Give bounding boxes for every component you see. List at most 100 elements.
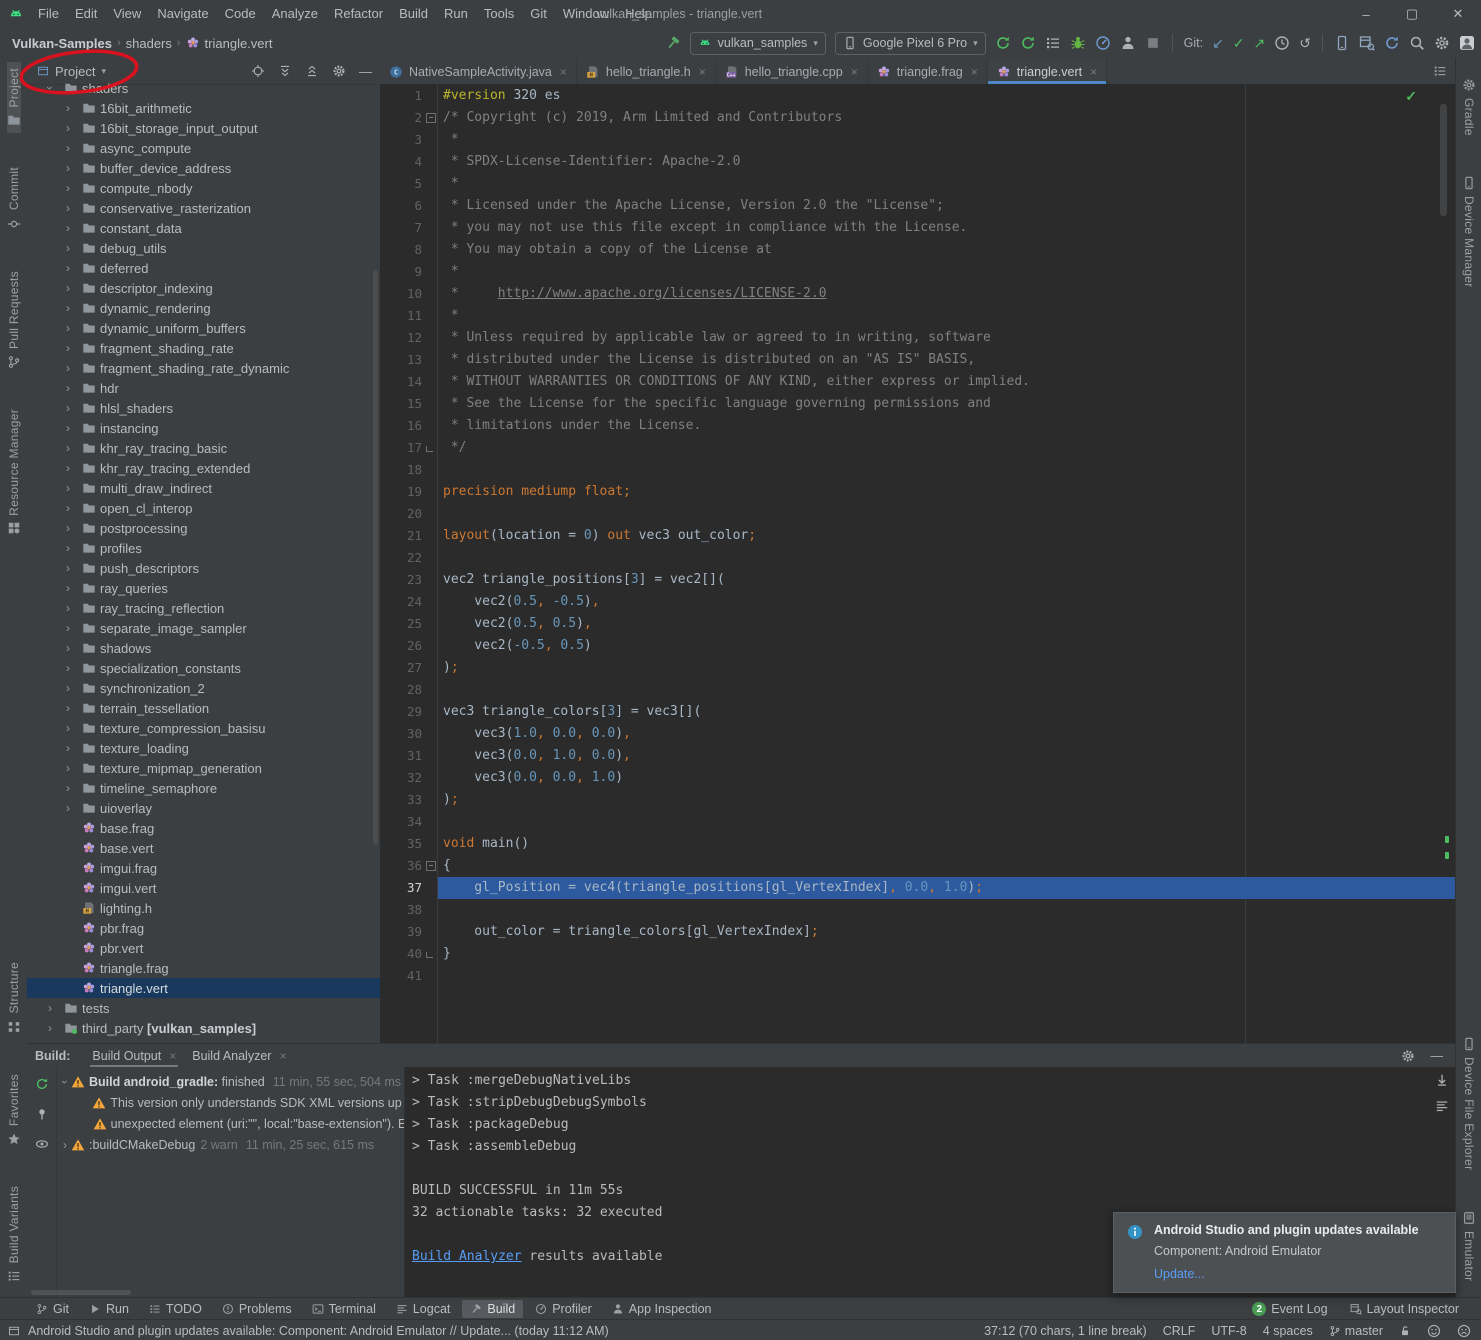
editor-scrollbar[interactable] [1440, 104, 1447, 216]
tree-item-async_compute[interactable]: ›async_compute [27, 138, 380, 158]
menu-item-file[interactable]: File [30, 0, 67, 28]
tab-close-icon[interactable]: × [1090, 65, 1097, 79]
build-tree-row[interactable]: ›Build android_gradle: finished11 min, 5… [57, 1071, 404, 1092]
chevron-collapsed-icon[interactable]: › [66, 441, 70, 455]
readonly-lock-icon[interactable] [1399, 1325, 1411, 1337]
tree-item-multi_draw_indirect[interactable]: ›multi_draw_indirect [27, 478, 380, 498]
locate-file-icon[interactable] [251, 64, 265, 78]
chevron-collapsed-icon[interactable]: › [48, 1001, 52, 1015]
chevron-collapsed-icon[interactable]: › [66, 501, 70, 515]
build-tab-build-output[interactable]: Build Output× [84, 1044, 184, 1067]
attach-debugger-icon[interactable] [1120, 35, 1136, 51]
chevron-collapsed-icon[interactable]: › [66, 541, 70, 555]
breadcrumb-folder[interactable]: shaders [126, 36, 172, 51]
code-line-22[interactable]: 22 [380, 547, 1455, 569]
caret-position[interactable]: 37:12 (70 chars, 1 line break) [984, 1324, 1147, 1338]
tree-item-descriptor_indexing[interactable]: ›descriptor_indexing [27, 278, 380, 298]
tree-item-conservative_rasterization[interactable]: ›conservative_rasterization [27, 198, 380, 218]
tree-item-push_descriptors[interactable]: ›push_descriptors [27, 558, 380, 578]
chevron-collapsed-icon[interactable]: › [66, 741, 70, 755]
sidebar-item-device-manager[interactable]: Device Manager [1462, 170, 1476, 294]
menu-item-analyze[interactable]: Analyze [264, 0, 326, 28]
build-tree-hscrollbar[interactable] [31, 1290, 131, 1295]
rollback-icon[interactable]: ↺ [1299, 36, 1311, 50]
project-tree-scrollbar[interactable] [373, 270, 378, 845]
code-line-7[interactable]: 7 * you may not use this file except in … [380, 217, 1455, 239]
chevron-expanded-icon[interactable]: › [43, 86, 57, 90]
tree-item-uioverlay[interactable]: ›uioverlay [27, 798, 380, 818]
sidebar-item-gradle[interactable]: Gradle [1462, 72, 1476, 142]
minimize-button[interactable]: – [1343, 0, 1389, 28]
code-line-41[interactable]: 41 [380, 965, 1455, 987]
feedback-frown-icon[interactable] [1457, 1324, 1471, 1338]
tree-item-texture_loading[interactable]: ›texture_loading [27, 738, 380, 758]
tree-item-dynamic_rendering[interactable]: ›dynamic_rendering [27, 298, 380, 318]
tab-triangle.vert[interactable]: triangle.vert× [988, 59, 1107, 84]
code-line-6[interactable]: 6 * Licensed under the Apache License, V… [380, 195, 1455, 217]
tab-triangle.frag[interactable]: triangle.frag× [868, 59, 988, 84]
encoding-indicator[interactable]: UTF-8 [1211, 1324, 1246, 1338]
chevron-collapsed-icon[interactable]: › [66, 281, 70, 295]
code-line-28[interactable]: 28 [380, 679, 1455, 701]
tab-NativeSampleActivity.java[interactable]: NativeSampleActivity.java× [380, 59, 577, 84]
code-line-12[interactable]: 12 * Unless required by applicable law o… [380, 327, 1455, 349]
sidebar-item-commit[interactable]: Commit [7, 161, 21, 236]
chevron-expanded-icon[interactable]: › [58, 1080, 72, 1084]
tab-close-icon[interactable]: × [971, 65, 978, 79]
chevron-collapsed-icon[interactable]: › [66, 661, 70, 675]
menu-item-edit[interactable]: Edit [67, 0, 105, 28]
tree-item-ray_queries[interactable]: ›ray_queries [27, 578, 380, 598]
chevron-collapsed-icon[interactable]: › [66, 801, 70, 815]
sync-project-icon[interactable] [1384, 35, 1400, 51]
chevron-collapsed-icon[interactable]: › [48, 1021, 52, 1035]
build-tree-row[interactable]: This version only understands SDK XML ve… [57, 1092, 404, 1113]
tree-item-shaders[interactable]: ›shaders [27, 78, 380, 98]
tree-item-profiles[interactable]: ›profiles [27, 538, 380, 558]
project-view-selector[interactable]: Project ▾ [27, 64, 106, 79]
view-options-eye-icon[interactable] [35, 1137, 49, 1151]
code-line-18[interactable]: 18 [380, 459, 1455, 481]
chevron-collapsed-icon[interactable]: › [66, 681, 70, 695]
tab-hello_triangle.cpp[interactable]: hello_triangle.cpp× [716, 59, 868, 84]
chevron-collapsed-icon[interactable]: › [66, 621, 70, 635]
sidebar-item-project[interactable]: Project [7, 62, 21, 133]
code-line-10[interactable]: 10 * http://www.apache.org/licenses/LICE… [380, 283, 1455, 305]
code-line-40[interactable]: 40} [380, 943, 1455, 965]
chevron-collapsed-icon[interactable]: › [66, 301, 70, 315]
code-line-39[interactable]: 39 out_color = triangle_colors[gl_Vertex… [380, 921, 1455, 943]
tree-item-shadows[interactable]: ›shadows [27, 638, 380, 658]
inspection-ok-check-icon[interactable]: ✓ [1405, 88, 1417, 105]
toolwindow-button-logcat[interactable]: Logcat [388, 1300, 459, 1318]
chevron-collapsed-icon[interactable]: › [66, 781, 70, 795]
menu-item-refactor[interactable]: Refactor [326, 0, 391, 28]
tree-item-imgui.vert[interactable]: imgui.vert [27, 878, 380, 898]
chevron-collapsed-icon[interactable]: › [66, 581, 70, 595]
chevron-collapsed-icon[interactable]: › [66, 481, 70, 495]
sidebar-item-favorites[interactable]: Favorites [7, 1068, 21, 1152]
tree-item-pbr.vert[interactable]: pbr.vert [27, 938, 380, 958]
code-line-35[interactable]: 35void main() [380, 833, 1455, 855]
code-line-23[interactable]: 23vec2 triangle_positions[3] = vec2[]( [380, 569, 1455, 591]
apply-changes-icon[interactable] [1020, 35, 1036, 51]
chevron-collapsed-icon[interactable]: › [66, 601, 70, 615]
tree-item-khr_ray_tracing_basic[interactable]: ›khr_ray_tracing_basic [27, 438, 380, 458]
tree-item-constant_data[interactable]: ›constant_data [27, 218, 380, 238]
feedback-smile-icon[interactable] [1427, 1324, 1441, 1338]
pin-icon[interactable] [35, 1107, 49, 1121]
code-editor[interactable]: 1#version 320 es2−/* Copyright (c) 2019,… [380, 84, 1455, 1043]
tab-close-icon[interactable]: × [851, 65, 858, 79]
sidebar-item-pull-requests[interactable]: Pull Requests [7, 265, 21, 375]
maximize-button[interactable]: ▢ [1389, 0, 1435, 28]
tab-hello_triangle.h[interactable]: hello_triangle.h× [577, 59, 716, 84]
tree-item-hlsl_shaders[interactable]: ›hlsl_shaders [27, 398, 380, 418]
toolwindow-button-todo[interactable]: TODO [141, 1300, 210, 1318]
chevron-collapsed-icon[interactable]: › [66, 361, 70, 375]
run-app-icon[interactable] [995, 35, 1011, 51]
chevron-collapsed-icon[interactable]: › [66, 381, 70, 395]
fold-marker-icon[interactable]: − [426, 113, 436, 123]
tree-item-imgui.frag[interactable]: imgui.frag [27, 858, 380, 878]
chevron-collapsed-icon[interactable]: › [63, 1138, 67, 1152]
chevron-collapsed-icon[interactable]: › [66, 321, 70, 335]
tree-item-separate_image_sampler[interactable]: ›separate_image_sampler [27, 618, 380, 638]
tree-item-open_cl_interop[interactable]: ›open_cl_interop [27, 498, 380, 518]
